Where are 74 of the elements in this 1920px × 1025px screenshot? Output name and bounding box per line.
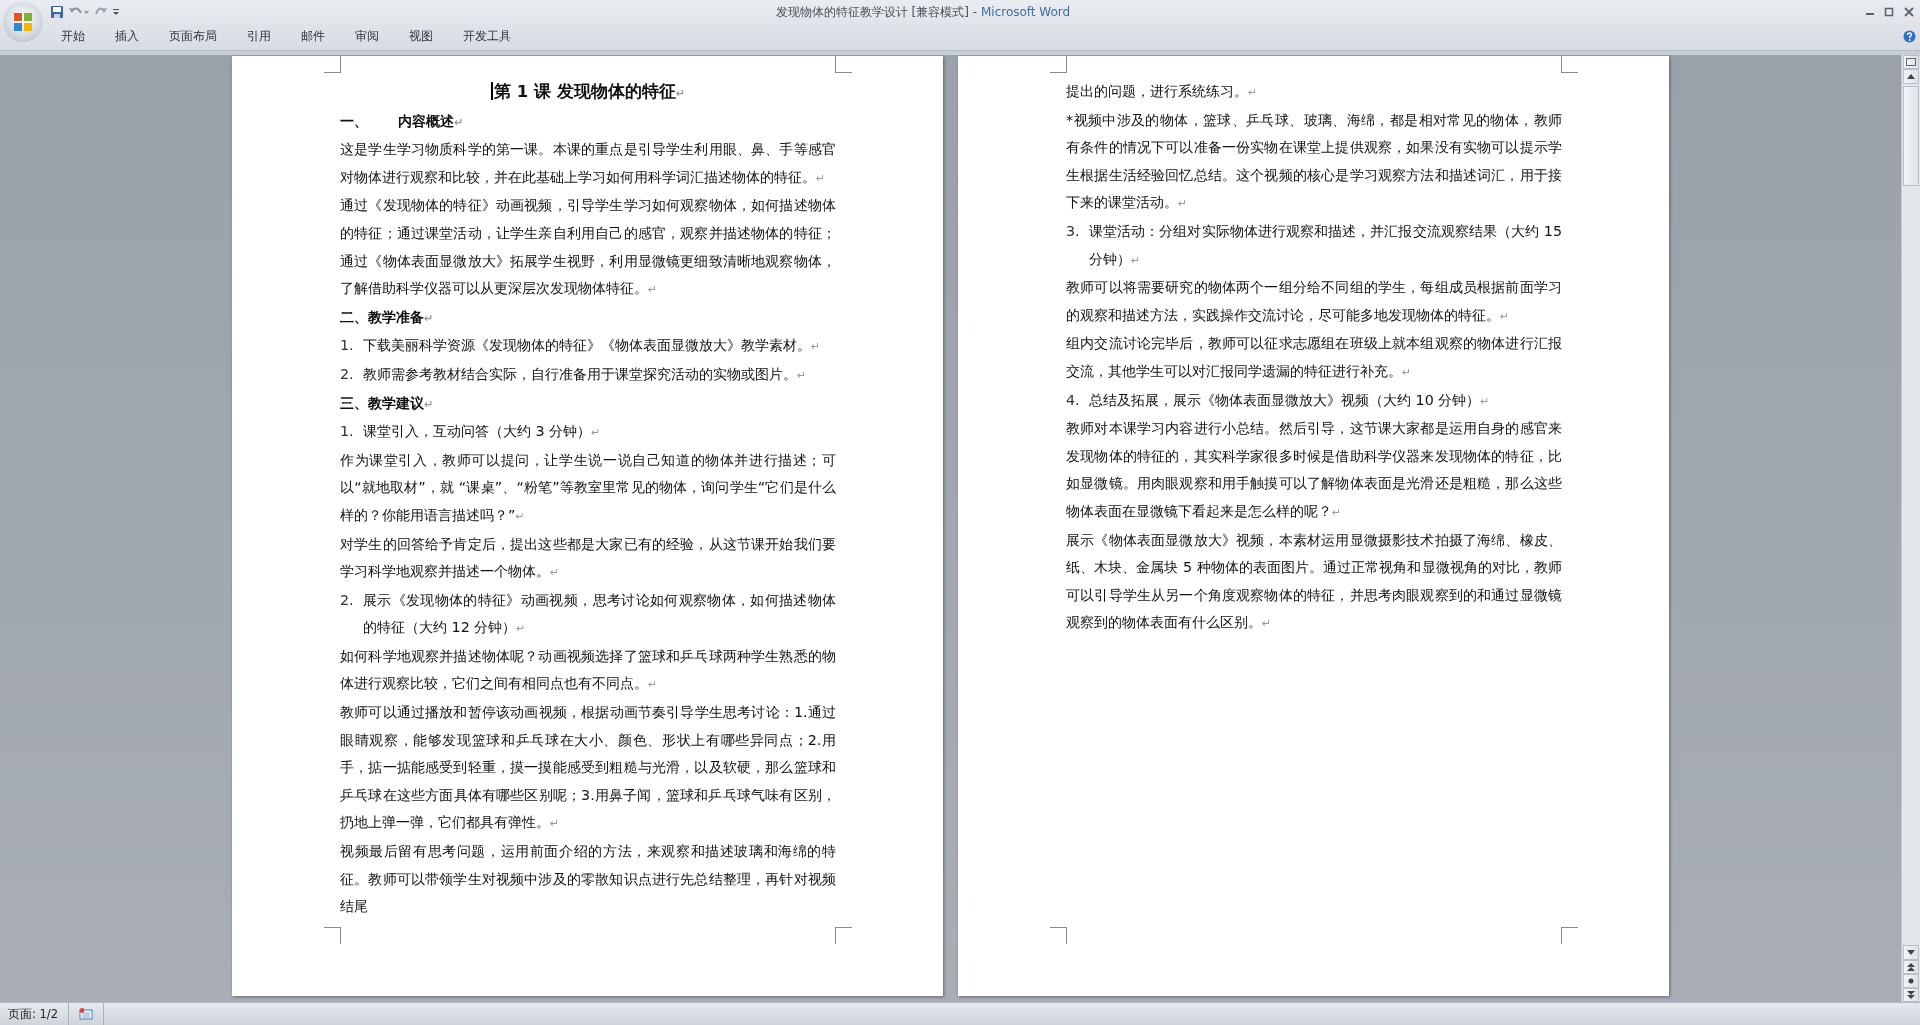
select-browse-object-icon <box>1908 978 1914 984</box>
paragraph: 教师可以将需要研究的物体两个一组分给不同组的学生，每组成员根据前面学习的观察和描述方法，实践操作交流讨论，尽可能多地发现物体的特征。↵ <box>1066 278 1562 325</box>
close-icon <box>1904 7 1914 17</box>
list-item-text: 课堂活动：分组对实际物体进行观察和描述，并汇报交流观察结果（大约 15 分钟）↵ <box>1089 221 1562 269</box>
ribbon-tab[interactable]: 引用 <box>236 25 282 47</box>
next-page-button[interactable] <box>1903 988 1919 1002</box>
margin-corner-mark <box>324 927 341 944</box>
ruler-toggle-icon <box>1906 58 1916 66</box>
list-number: 1. <box>340 422 355 442</box>
ribbon-tab[interactable]: 邮件 <box>290 25 336 47</box>
ribbon-tab[interactable]: 页面布局 <box>158 25 228 47</box>
office-button[interactable] <box>3 2 43 42</box>
margin-corner-mark <box>1050 56 1067 73</box>
paragraph: 作为课堂引入，教师可以提问，让学生说一说自己知道的物体并进行描述；可以“就地取材”，就 “课桌”、“粉笔”等教室里常见的物体，询问学生“它们是什么样的？你能用语言描述吗？”↵ <box>340 450 836 525</box>
scroll-down-button[interactable] <box>1903 945 1919 960</box>
ribbon-tab[interactable]: 开始 <box>50 25 96 47</box>
paragraph: 通过《发现物体的特征》动画视频，引导学生学习如何观察物体，如何描述物体的特征；通过课堂活动，让学生亲自利用自己的感官，观察并描述物体的特征；通过《物体表面显微放大》拓展学生视野，利用显微镜更细致清晰地观察物体，了解借助科学仪器可以从更深层次发现物体特征。↵ <box>340 196 836 299</box>
section-heading: 三、教学建议↵ <box>340 393 435 413</box>
paragraph: 展示《物体表面显微放大》视频，本素材运用显微摄影技术拍摄了海绵、橡皮、纸、木块、金属块 5 种物体的表面图片。通过正常视角和显微视角的对比，教师可以引导学生从另一个角度观察物体的特征，并思考肉眼观察到的和通过显微镜观察到的物体表面有什么区别。↵ <box>1066 530 1562 633</box>
ribbon-tab[interactable]: 插入 <box>104 25 150 47</box>
save-icon <box>50 5 64 19</box>
paragraph: 视频最后留有思考问题，运用前面介绍的方法，来观察和描述玻璃和海绵的特征。教师可以带领学生对视频中涉及的零散知识点进行先总结整理，再针对视频结尾 <box>340 842 836 917</box>
section-heading: 一、 内容概述↵ <box>340 111 465 131</box>
list-item-text: 下载美丽科学资源《发现物体的特征》《物体表面显微放大》教学素材。↵ <box>363 336 821 356</box>
paragraph: 教师对本课学习内容进行小总结。然后引导，这节课大家都是运用自身的感官来发现物体的特征的，其实科学家很多时候是借助科学仪器来发现物体的特征，比如显微镜。用肉眼观察和用手触摸可以了解物体表面是光滑还是粗糙，那么这些物体表面在显微镜下看起来是怎么样的呢？↵ <box>1066 419 1562 521</box>
paragraph: 教师可以通过播放和暂停该动画视频，根据动画节奏引导学生思考讨论：1.通过眼睛观察，能够发现篮球和乒乓球在大小、颜色、形状上有哪些异同点；2.用手，掂一掂能感受到轻重，摸一摸能感受到粗糙与光滑，以及软硬，那么篮球和乒乓球在这些方面具体有哪些区别呢；3.用鼻子闻，篮球和乒乓球气味有区别，扔地上弹一弹，它们都具有弹性。↵ <box>340 703 836 833</box>
ribbon-tab[interactable]: 开发工具 <box>452 25 522 47</box>
minimize-icon <box>1866 13 1874 15</box>
list-number: 2. <box>340 364 355 384</box>
paragraph: 对学生的回答给予肯定后，提出这些都是大家已有的经验，从这节课开始我们要学习科学地观察并描述一个物体。↵ <box>340 534 836 582</box>
previous-page-button[interactable] <box>1903 960 1919 974</box>
previous-page-icon <box>1907 963 1915 971</box>
paragraph: *视频中涉及的物体，篮球、乒乓球、玻璃、海绵，都是相对常见的物体，教师有条件的情况下可以准备一份实物在课堂上提供观察，如果没有实物可以提示学生根据生活经验回忆总结。这个视频的核心是学习观察方法和描述词汇，用于接下来的课堂活动。↵ <box>1066 110 1562 213</box>
help-button[interactable] <box>1903 30 1916 43</box>
next-page-icon <box>1907 991 1915 999</box>
document-title: 第 1 课 发现物体的特征↵ <box>340 78 836 108</box>
list-number: 3. <box>1066 221 1081 241</box>
office-logo-icon <box>12 11 34 33</box>
ribbon-tab[interactable]: 审阅 <box>344 25 390 47</box>
list-number: 4. <box>1066 390 1081 410</box>
help-icon <box>1903 30 1916 43</box>
scrollbar-thumb[interactable] <box>1903 86 1919 186</box>
margin-corner-mark <box>1561 56 1578 73</box>
ruler-toggle-button[interactable] <box>1903 55 1919 69</box>
margin-corner-mark <box>1561 927 1578 944</box>
paragraph: 这是学生学习物质科学的第一课。本课的重点是引导学生利用眼、鼻、手等感官对物体进行观察和比较，并在此基础上学习如何用科学词汇描述物体的特征。↵ <box>340 140 836 187</box>
maximize-icon <box>1884 7 1894 17</box>
margin-corner-mark <box>835 927 852 944</box>
list-item-text: 展示《发现物体的特征》动画视频，思考讨论如何观察物体，如何描述物体的特征（大约 12 分钟）↵ <box>363 590 836 638</box>
list-number: 2. <box>340 590 355 610</box>
page-count[interactable]: 页面: 1/2 <box>0 1003 70 1025</box>
select-browse-object-button[interactable] <box>1903 974 1919 988</box>
ribbon-tab[interactable]: 视图 <box>398 25 444 47</box>
customize-toolbar-button[interactable] <box>112 7 120 17</box>
paragraph: 组内交流讨论完毕后，教师可以征求志愿组在班级上就本组观察的物体进行汇报交流，其他学生可以对汇报同学遗漏的特征进行补充。↵ <box>1066 334 1562 381</box>
paragraph: 提出的问题，进行系统练习。↵ <box>1066 82 1259 101</box>
section-heading: 二、教学准备↵ <box>340 307 435 327</box>
maximize-button[interactable] <box>1884 7 1894 17</box>
margin-corner-mark <box>835 56 852 73</box>
document-check-icon[interactable] <box>79 1008 94 1020</box>
list-number: 1. <box>340 336 355 356</box>
save-button[interactable] <box>50 5 64 19</box>
scroll-up-button[interactable] <box>1903 69 1919 84</box>
scroll-up-icon <box>1907 74 1915 79</box>
list-item-text: 课堂引入，互动问答（大约 3 分钟）↵ <box>363 422 601 442</box>
list-item-text: 教师需参考教材结合实际，自行准备用于课堂探究活动的实物或图片。↵ <box>363 364 807 384</box>
window-title: 发现物体的特征教学设计 [兼容模式] - Microsoft Word <box>774 3 1072 21</box>
dropdown-icon <box>112 7 120 17</box>
list-item-text: 总结及拓展，展示《物体表面显微放大》视频（大约 10 分钟）↵ <box>1089 390 1490 410</box>
margin-corner-mark <box>1050 927 1067 944</box>
paragraph: 如何科学地观察并描述物体呢？动画视频选择了篮球和乒乓球两种学生熟悉的物体进行观察比较，它们之间有相同点也有不同点。↵ <box>340 646 836 694</box>
close-button[interactable] <box>1904 7 1914 17</box>
scroll-down-icon <box>1907 950 1915 955</box>
margin-corner-mark <box>324 56 341 73</box>
